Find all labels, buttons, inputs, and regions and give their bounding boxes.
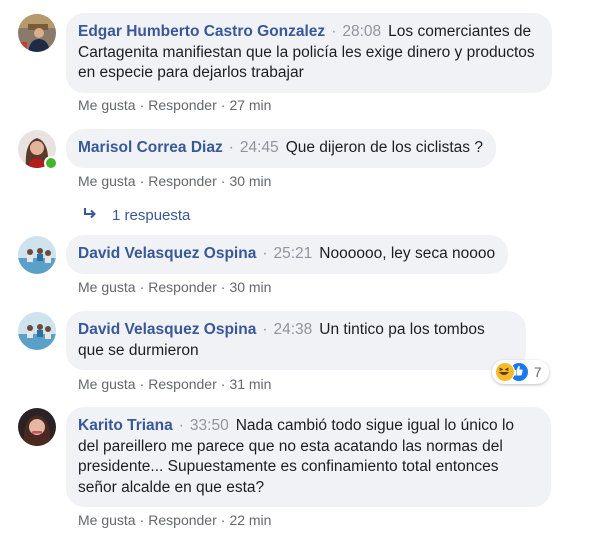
comment-actions: Me gusta · Responder · 27 min [78,97,271,113]
reply-link[interactable]: Responder [148,279,217,295]
separator-dot: · [139,97,145,113]
comment-bubble: David Velasquez Ospina · 25:21 Noooooo, ley… [66,235,509,274]
like-link[interactable]: Me gusta [78,279,136,295]
comment-text: Noooooo, ley seca noooo [319,245,496,262]
separator-dot: · [139,173,145,189]
separator-dot: · [178,417,184,434]
comment-age[interactable]: 30 min [229,173,271,189]
comment-text: Que dijeron de los ciclistas ? [285,139,483,156]
comment-bubble: Karito Triana · 33:50 Nada cambió todo sigu… [66,407,551,507]
separator-dot: · [220,279,226,295]
avatar[interactable] [18,14,56,52]
comment-age[interactable]: 31 min [229,376,271,392]
comment-author[interactable]: Karito Triana [78,417,173,434]
reply-link[interactable]: Responder [148,376,217,392]
comment-age[interactable]: 27 min [229,97,271,113]
comment-timestamp[interactable]: 25:21 [274,245,313,262]
avatar-container [18,130,58,170]
reply-link[interactable]: Responder [148,512,217,528]
comment-age[interactable]: 22 min [229,512,271,528]
comment-author[interactable]: David Velasquez Ospina [78,321,256,338]
online-status-badge [44,156,58,170]
separator-dot: · [139,279,145,295]
avatar[interactable] [18,312,56,350]
separator-dot: · [331,23,337,40]
reply-link[interactable]: Responder [148,97,217,113]
comment-author[interactable]: Edgar Humberto Castro Gonzalez [78,23,325,40]
comment-actions: Me gusta · Responder · 30 min [78,279,271,295]
like-link[interactable]: Me gusta [78,97,136,113]
replies-count-label[interactable]: 1 respuesta [112,207,190,224]
view-replies-link[interactable]: 1 respuesta [83,206,190,224]
separator-dot: · [262,245,268,262]
avatar[interactable] [18,236,56,274]
comment-timestamp[interactable]: 33:50 [190,417,229,434]
comment-age[interactable]: 30 min [229,279,271,295]
separator-dot: · [220,512,226,528]
separator-dot: · [220,97,226,113]
separator-dot: · [139,376,145,392]
reply-link[interactable]: Responder [148,173,217,189]
comment-actions: Me gusta · Responder · 30 min [78,173,271,189]
separator-dot: · [228,139,234,156]
separator-dot: · [220,173,226,189]
separator-dot: · [139,512,145,528]
avatar[interactable] [18,408,56,446]
like-link[interactable]: Me gusta [78,376,136,392]
separator-dot: · [262,321,268,338]
comment-timestamp[interactable]: 24:45 [240,139,279,156]
comment-bubble: Edgar Humberto Castro Gonzalez · 28:08 Los … [66,13,552,93]
reply-arrow-icon [83,206,97,224]
comment-timestamp[interactable]: 28:08 [342,23,381,40]
comment-bubble: Marisol Correa Diaz · 24:45 Que dijeron de … [66,129,496,168]
like-link[interactable]: Me gusta [78,173,136,189]
haha-icon [495,362,515,382]
comment-author[interactable]: David Velasquez Ospina [78,245,256,262]
comment-actions: Me gusta · Responder · 31 min [78,376,271,392]
comment-bubble: David Velasquez Ospina · 24:38 Un tintico p… [66,311,526,370]
comment-timestamp[interactable]: 24:38 [274,321,313,338]
comment-author[interactable]: Marisol Correa Diaz [78,139,223,156]
reaction-count: 7 [534,364,542,380]
reactions-summary[interactable]: 7 [492,360,549,384]
like-link[interactable]: Me gusta [78,512,136,528]
separator-dot: · [220,376,226,392]
comment-actions: Me gusta · Responder · 22 min [78,512,271,528]
